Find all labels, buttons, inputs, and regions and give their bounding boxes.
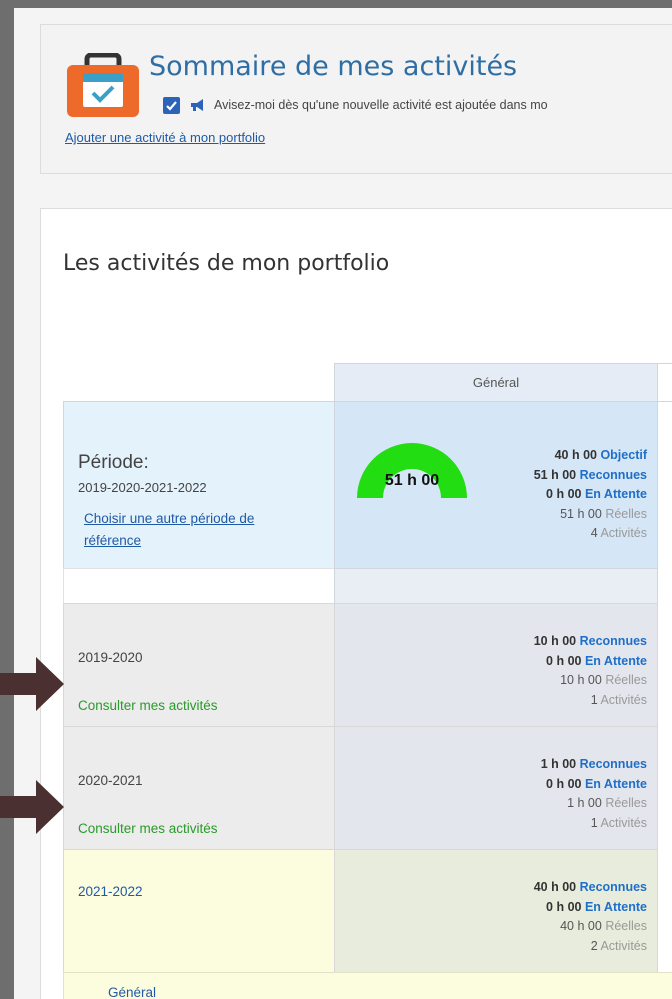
view-activities-link[interactable]: Consulter mes activités [78,698,218,713]
view-activities-link[interactable]: Consulter mes activités [78,821,218,836]
notify-checkbox[interactable] [163,96,180,114]
year-row-2019-2020: 2019-2020 Consulter mes activités [63,603,335,727]
year-label: 2020-2021 [78,773,143,788]
stat-en-attente: 0 h 00 En Attente [546,899,647,914]
arrow-right-icon [0,657,64,711]
stat-activites: 1 Activités [590,692,647,707]
stat-reelles: 1 h 00 Réelles [567,796,647,810]
stat-reconnues: 40 h 00 Reconnues [533,880,647,894]
summary-header: Sommaire de mes activités Avisez-moi dès… [40,24,672,174]
stat-en-attente: 0 h 00 En Attente [546,653,647,668]
stat-en-attente: 0 h 00 En Attente [546,776,647,791]
year-stats: 1 h 00 Reconnues 0 h 00 En Attente 1 h 0… [541,755,647,833]
stat-reelles: 10 h 00 Réelles [560,673,647,687]
stat-reelles: 40 h 00 Réelles [560,919,647,933]
year-stats-2019-2020: 10 h 00 Reconnues 0 h 00 En Attente 10 h… [334,603,658,727]
stat-reconnues: 10 h 00 Reconnues [533,634,647,648]
column-header-next [657,363,672,402]
stat-reconnues: 51 h 00 Reconnues [533,467,647,482]
spacer-row-mid [334,568,658,604]
spacer-row [63,568,335,604]
add-activity-link[interactable]: Ajouter une activité à mon portfolio [65,130,265,145]
stat-activites: 1 Activités [590,815,647,830]
notify-label: Avisez-moi dès qu'une nouvelle activité … [214,98,548,112]
stat-objectif: 40 h 00 Objectif [554,448,647,462]
stat-reconnues: 1 h 00 Reconnues [540,757,647,771]
period-label: Période: [78,452,149,473]
year-stats-2021-2022: 40 h 00 Reconnues 0 h 00 En Attente 40 h… [334,849,658,973]
year-stats: 40 h 00 Reconnues 0 h 00 En Attente 40 h… [534,878,647,956]
period-summary-cell: 51 h 00 40 h 00 Objectif 51 h 00 Reconnu… [334,401,658,569]
change-period-link[interactable]: Choisir une autre période de référence [84,508,304,552]
notify-row: Avisez-moi dès qu'une nouvelle activité … [163,95,548,115]
app-window: Sommaire de mes activités Avisez-moi dès… [14,8,672,999]
period-cell: Période: 2019-2020-2021-2022 Choisir une… [63,401,335,569]
checkmark-icon [166,100,177,111]
megaphone-icon [191,99,203,111]
stat-activites: 4 Activités [590,526,647,540]
year-label: 2019-2020 [78,650,143,665]
column-header-general: Général [334,363,658,402]
year-label-link[interactable]: 2021-2022 [78,884,143,899]
year-stats: 10 h 00 Reconnues 0 h 00 En Attente 10 h… [534,632,647,710]
year-row-2020-2021: 2020-2021 Consulter mes activités [63,726,335,850]
stat-reelles: 51 h 00 Réelles [560,506,647,521]
year-row-2021-2022[interactable]: 2021-2022 [63,849,335,973]
stat-activites: 2 Activités [590,938,647,953]
year-stats-2020-2021: 1 h 00 Reconnues 0 h 00 En Attente 1 h 0… [334,726,658,850]
period-stats: 40 h 00 Objectif 51 h 00 Reconnues 0 h 0… [534,446,647,544]
calendar-briefcase-icon [67,53,139,117]
general-footer-row: Général [63,972,672,999]
gauge-value: 51 h 00 [384,472,440,489]
general-footer-label[interactable]: Général [108,985,156,999]
portfolio-card: Les activités de mon portfolio Général P… [40,208,672,999]
stat-en-attente: 0 h 00 En Attente [546,487,647,501]
period-years: 2019-2020-2021-2022 [78,480,207,495]
section-title: Les activités de mon portfolio [63,251,390,276]
arrow-right-icon [0,780,64,834]
page-title: Sommaire de mes activités [149,51,518,82]
